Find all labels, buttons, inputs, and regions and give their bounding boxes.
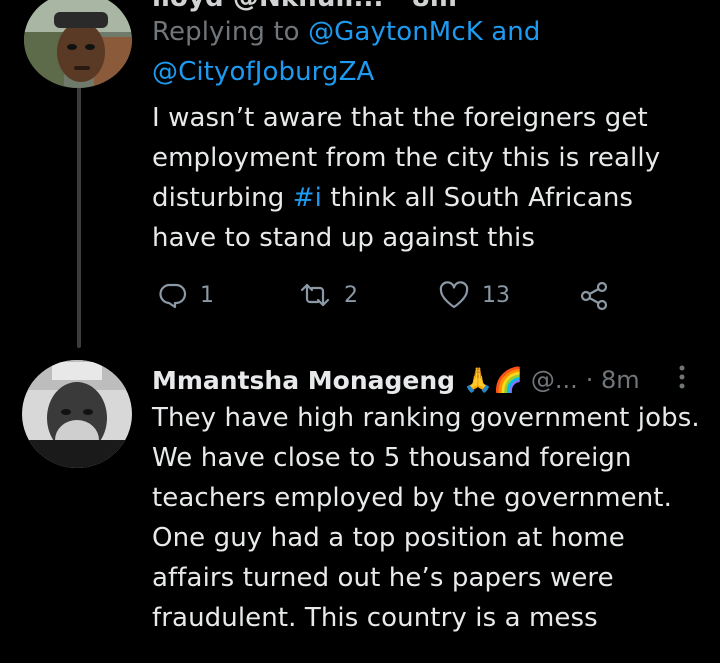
- tweet2-header: Mmantsha Monageng 🙏🌈 @... · 8m: [152, 360, 640, 400]
- share-button[interactable]: [578, 280, 610, 312]
- tweet1-line3-pre: disturbing: [152, 183, 285, 213]
- tweet2-text-line3: teachers employed by the government.: [152, 483, 672, 513]
- tweet2-text-line6: fraudulent. This country is a mess: [152, 603, 598, 633]
- like-button[interactable]: 13: [438, 280, 510, 310]
- replying-prefix: Replying to: [152, 17, 300, 47]
- author-handle[interactable]: @...: [531, 366, 578, 394]
- share-icon: [580, 281, 608, 311]
- more-icon: [679, 365, 685, 389]
- author-emoji: 🙏🌈: [463, 366, 523, 394]
- hashtag-i[interactable]: #i: [293, 183, 322, 213]
- mention-gaytonmck[interactable]: @GaytonMcK: [308, 17, 483, 47]
- tweet2-text-line4: One guy had a top position at home: [152, 523, 625, 553]
- tweet2-text-line2: We have close to 5 thousand foreign: [152, 443, 632, 473]
- tweet2-text-line1: They have high ranking government jobs.: [152, 403, 700, 433]
- tweet1-text-line1: I wasn’t aware that the foreigners get: [152, 103, 648, 133]
- tweet1-text-line2: employment from the city this is really: [152, 143, 661, 173]
- tweet-time[interactable]: · 8m: [586, 366, 640, 394]
- tweet1-text-line4: have to stand up against this: [152, 223, 536, 253]
- avatar-mmantsha[interactable]: [22, 360, 132, 468]
- retweet-icon: [300, 283, 330, 307]
- thread-connector-line: [77, 86, 81, 348]
- heart-icon: [439, 281, 469, 309]
- like-count: 13: [482, 282, 510, 308]
- replying-to-line: Replying to @GaytonMcK and: [152, 12, 540, 52]
- mention-cityofjoburgza[interactable]: @CityofJoburgZA: [152, 52, 374, 92]
- avatar-lloyd[interactable]: [24, 0, 132, 88]
- tweet1-line3-post: think all South Africans: [330, 183, 634, 213]
- reply-icon: [159, 283, 187, 309]
- author-name[interactable]: Mmantsha Monageng: [152, 366, 455, 395]
- retweet-count: 2: [344, 282, 358, 308]
- replying-and: and: [491, 17, 541, 47]
- reply-button[interactable]: 1: [158, 280, 214, 310]
- retweet-button[interactable]: 2: [298, 280, 358, 310]
- more-options-button[interactable]: [674, 363, 690, 393]
- tweet1-text-line3: disturbing #i think all South Africans: [152, 178, 633, 218]
- tweet2-text-line5: affairs turned out he’s papers were: [152, 563, 614, 593]
- reply-count: 1: [200, 282, 214, 308]
